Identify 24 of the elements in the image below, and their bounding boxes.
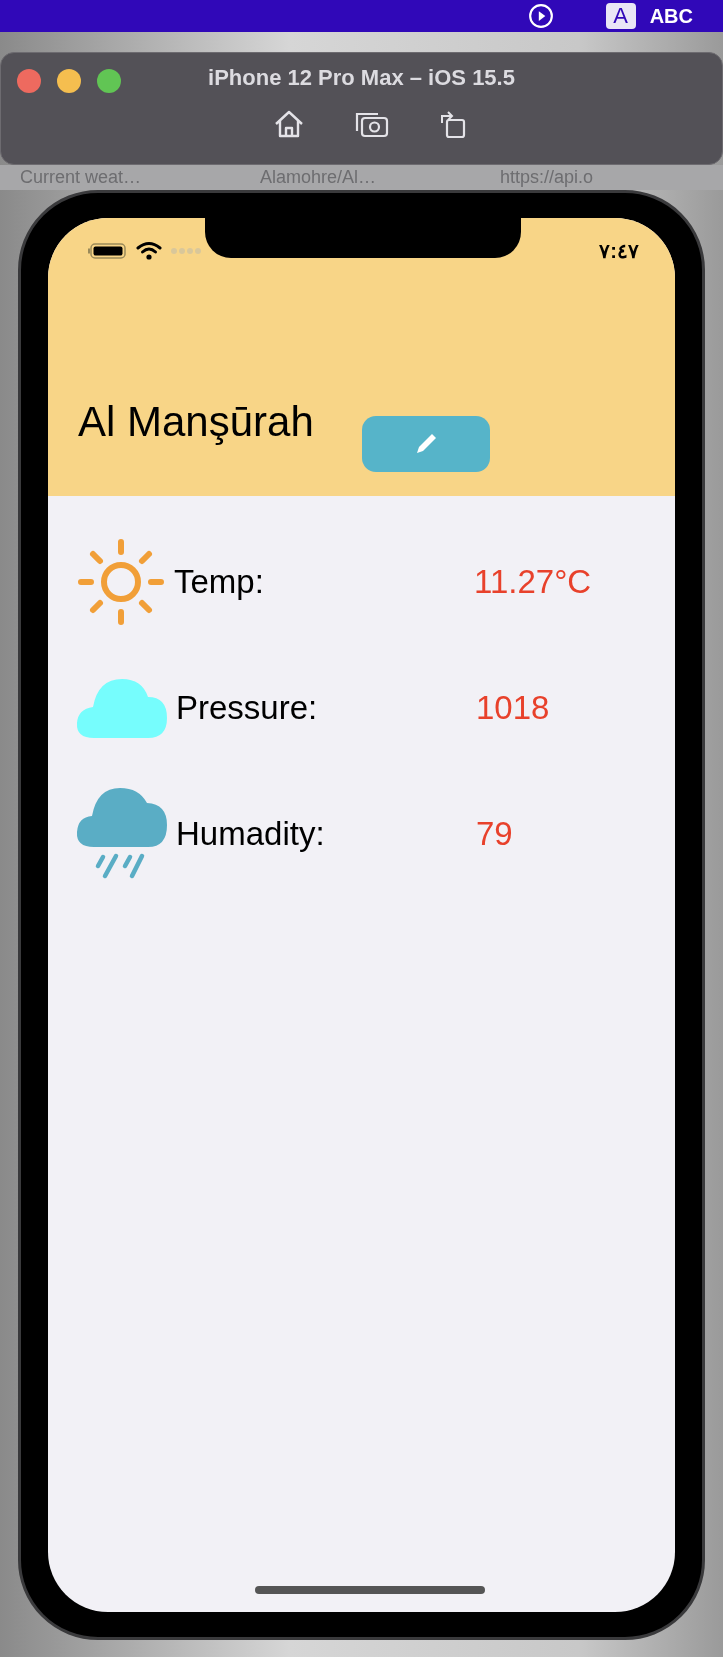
reading-label: Humadity: — [175, 815, 326, 853]
play-icon[interactable] — [527, 3, 554, 29]
close-button[interactable] — [17, 69, 41, 93]
input-source-label[interactable]: ABC — [649, 4, 693, 28]
browser-tab[interactable]: Alamohre/Al… — [240, 167, 480, 188]
browser-tab[interactable]: https://api.o — [480, 167, 720, 188]
battery-icon — [88, 242, 128, 260]
window-title: iPhone 12 Pro Max – iOS 15.5 — [208, 65, 515, 91]
city-title: Al Manşūrah — [78, 398, 314, 446]
reading-label: Temp: — [173, 563, 265, 601]
zoom-button[interactable] — [97, 69, 121, 93]
minimize-button[interactable] — [57, 69, 81, 93]
browser-tab[interactable]: Current weat… — [0, 167, 240, 188]
wifi-icon — [136, 241, 162, 261]
sun-icon — [76, 536, 166, 628]
reading-label: Pressure: — [175, 689, 319, 727]
status-time: ٧:٤٧ — [599, 239, 639, 263]
rain-cloud-icon — [76, 787, 168, 881]
reading-value: 1018 — [476, 689, 550, 727]
reading-value: 79 — [476, 815, 513, 853]
signal-icon — [170, 247, 202, 255]
reading-value: 11.27°C — [474, 563, 592, 601]
cloud-icon — [76, 677, 168, 739]
input-source-badge[interactable]: A — [605, 3, 636, 29]
